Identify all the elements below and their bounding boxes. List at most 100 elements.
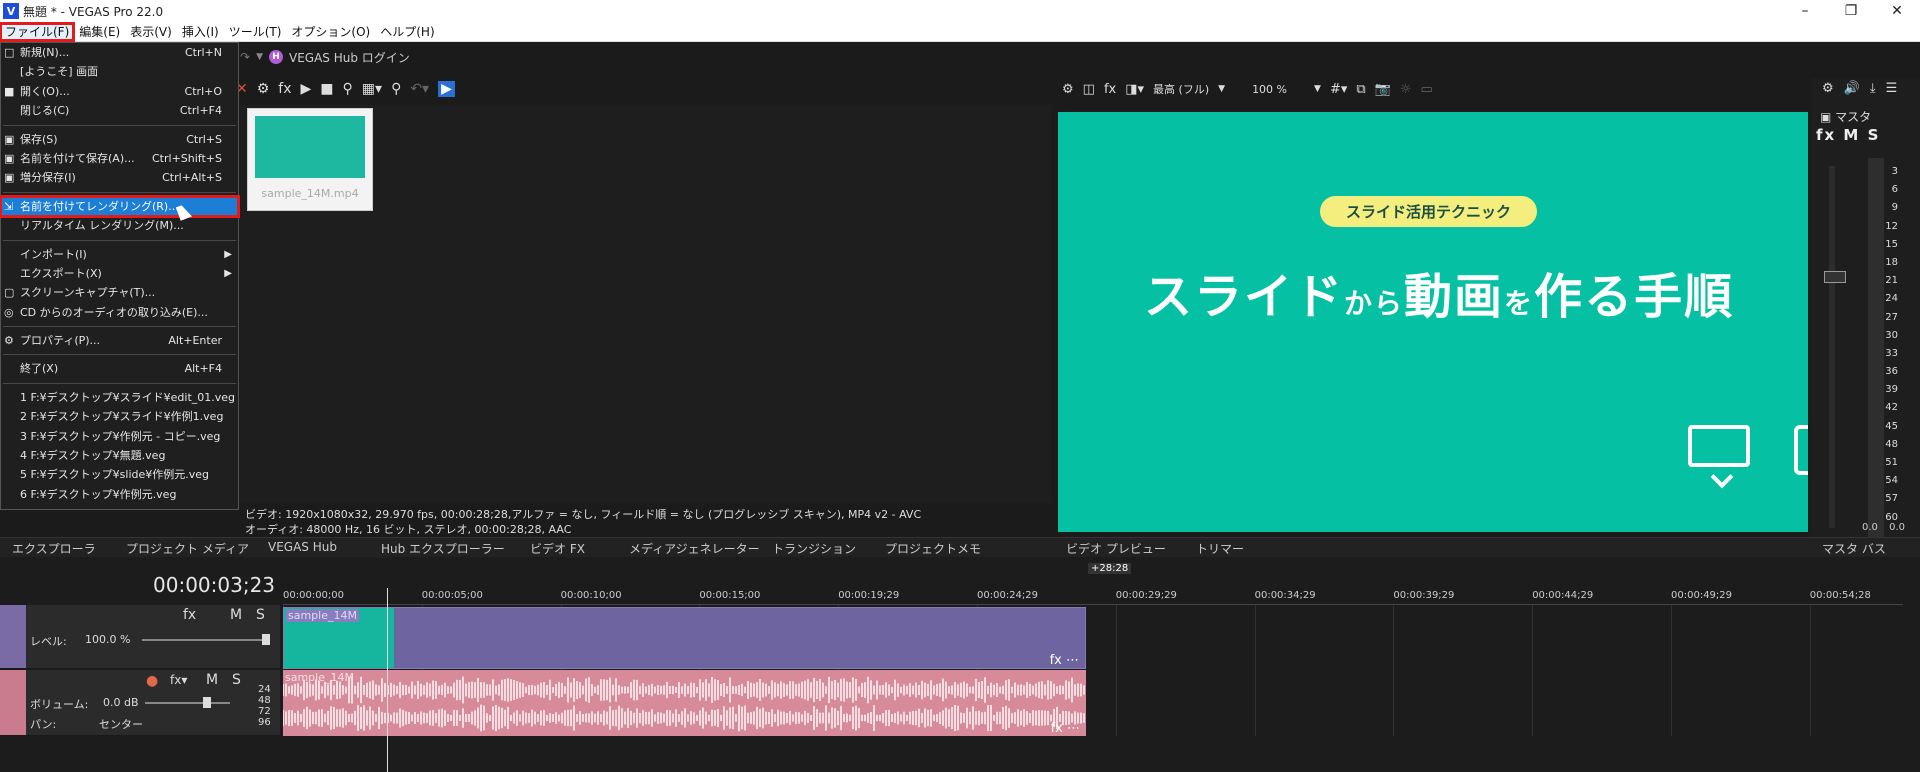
video-track-header[interactable]: fx M S レベル: 100.0 % [0, 605, 280, 669]
auto-preview-icon[interactable]: ▶ [438, 81, 455, 97]
mixer-icon[interactable]: ☰ [1886, 81, 1898, 96]
file-menu-item[interactable]: 2 F:¥デスクトップ¥スライド¥作例1.veg [1, 407, 238, 426]
media-fx-icon[interactable]: fx [278, 81, 291, 97]
tab-project-media[interactable]: プロジェクト メディア [126, 540, 249, 557]
hub-login-link[interactable]: VEGAS Hub ログイン [289, 49, 410, 66]
file-menu-item[interactable]: リアルタイム レンダリング(M)... [1, 216, 238, 235]
tab-video-preview[interactable]: ビデオ プレビュー [1066, 540, 1166, 557]
mute-button[interactable]: M [206, 672, 218, 688]
tab-vegas-hub[interactable]: VEGAS Hub [268, 540, 337, 554]
tab-master-bus[interactable]: マスタ バス [1822, 540, 1886, 557]
file-menu-item[interactable]: ▣ 名前を付けて保存(A)... Ctrl+Shift+S [1, 149, 238, 168]
meter-scale-label: 42 [1885, 402, 1898, 414]
audio-clip[interactable]: sample_14M fx ⋯ [283, 670, 1086, 736]
menu-edit[interactable]: 編集(E) [74, 23, 125, 41]
playhead-cursor[interactable] [387, 588, 388, 772]
file-menu-item[interactable]: ◎ CD からのオーディオの取り込み(E)... [1, 303, 238, 322]
play-icon[interactable]: ▶ [301, 81, 312, 97]
dropdown-icon[interactable]: ▼ [256, 52, 263, 62]
grid-icon[interactable]: #▾ [1330, 82, 1347, 97]
level-slider-knob[interactable] [262, 634, 270, 645]
redo-icon[interactable]: ↷ [240, 50, 250, 64]
solo-button[interactable]: S [232, 672, 241, 688]
file-menu-item[interactable]: 3 F:¥デスクトップ¥作例元 - コピー.veg [1, 427, 238, 446]
menu-insert[interactable]: 挿入(I) [177, 23, 224, 41]
search-icon[interactable]: ⚲ [391, 81, 401, 97]
stop-icon[interactable]: ■ [320, 81, 333, 97]
audio-fx-icon[interactable]: fx▾ [170, 673, 187, 687]
preview-fx-icon[interactable]: fx [1104, 82, 1116, 97]
tab-trimmer[interactable]: トリマー [1196, 540, 1244, 557]
file-menu-item[interactable]: 終了(X) Alt+F4 [1, 359, 238, 378]
menu-item-label: 終了(X) [20, 362, 59, 376]
clip-fx-icon[interactable]: fx ⋯ [1051, 721, 1080, 736]
split-screen-icon[interactable]: ◨▾ [1125, 82, 1144, 97]
video-clip[interactable]: sample_14M fx ⋯ [283, 607, 1086, 669]
close-icon[interactable]: ✕ [1874, 0, 1920, 22]
tab-hub-explorer[interactable]: Hub エクスプローラー [381, 540, 505, 557]
tag-icon[interactable]: ⚲ [343, 81, 353, 97]
tab-video-fx[interactable]: ビデオ FX [530, 540, 585, 557]
file-menu-item[interactable]: ⚙ プロパティ(P)... Alt+Enter [1, 331, 238, 350]
menu-file[interactable]: ファイル(F) [0, 21, 76, 42]
time-ruler[interactable]: 00:00:00;00 00:00:05;00 00:00:10;00 00:00:1… [283, 587, 1903, 605]
track-fx-icon[interactable]: fx [183, 607, 196, 623]
file-menu-item[interactable]: ▣ 増分保存(I) Ctrl+Alt+S [1, 168, 238, 187]
menu-item-shortcut: Ctrl+S [186, 132, 222, 146]
restore-icon[interactable]: ❐ [1828, 0, 1874, 22]
file-menu-item[interactable]: 6 F:¥デスクトップ¥作例元.veg [1, 485, 238, 504]
overlay-off-icon[interactable]: ▭ [1421, 82, 1433, 97]
undo-icon[interactable]: ↶▾ [410, 81, 429, 97]
menu-item-label: スクリーンキャプチャ(T)... [20, 286, 156, 300]
mute-button[interactable]: M [230, 607, 242, 623]
copy-snapshot-icon[interactable]: ⧉ [1356, 82, 1365, 97]
ruler-tick-label: 00:00:05;00 [421, 590, 483, 601]
volume-slider[interactable] [145, 702, 230, 704]
file-menu-item[interactable]: エクスポート(X) ▶ [1, 264, 238, 283]
solo-button[interactable]: S [256, 607, 265, 623]
file-menu-item[interactable]: 5 F:¥デスクトップ¥slide¥作例元.veg [1, 465, 238, 484]
preview-zoom-select[interactable]: 100 % [1252, 83, 1287, 96]
record-icon[interactable]: ● [146, 673, 158, 689]
tab-explorer[interactable]: エクスプローラ [12, 540, 96, 557]
tab-transitions[interactable]: トランジション [772, 540, 856, 557]
level-slider[interactable] [142, 639, 267, 641]
file-menu-item[interactable]: ■ 開く(O)... Ctrl+O [1, 82, 238, 101]
tab-project-notes[interactable]: プロジェクトメモ [885, 540, 981, 557]
menu-options[interactable]: オプション(O) [286, 23, 375, 41]
file-menu-item[interactable]: [ようこそ] 画面 [1, 62, 238, 81]
clip-fx-icon[interactable]: fx ⋯ [1050, 653, 1079, 668]
media-thumbnail[interactable]: sample_14M.mp4 [247, 108, 373, 211]
save-snapshot-icon[interactable]: 📷 [1375, 82, 1391, 97]
file-menu-item[interactable]: ▢ スクリーンキャプチャ(T)... [1, 283, 238, 302]
master-fader-knob[interactable] [1824, 271, 1846, 283]
menu-tools[interactable]: ツール(T) [224, 23, 287, 41]
settings-gear-icon[interactable]: ⚙ [257, 81, 270, 97]
master-fader-track[interactable] [1829, 166, 1835, 528]
preview-settings-icon[interactable]: ⚙ [1062, 82, 1074, 97]
file-menu-item[interactable]: 1 F:¥デスクトップ¥スライド¥edit_01.veg [1, 388, 238, 407]
dropdown-icon[interactable]: ▼ [1314, 84, 1321, 94]
file-menu-item[interactable]: 閉じる(C) Ctrl+F4 [1, 101, 238, 120]
volume-slider-knob[interactable] [203, 697, 211, 708]
master-fx-controls[interactable]: fx M S [1816, 126, 1880, 144]
file-menu-item[interactable]: インポート(I) ▶ [1, 245, 238, 264]
preview-quality-select[interactable]: 最高 (フル) [1153, 81, 1209, 97]
file-menu-item[interactable]: □ 新規(N)... Ctrl+N [1, 43, 238, 62]
tab-media-generators[interactable]: メディアジェネレーター [629, 540, 760, 557]
speaker-icon[interactable]: 🔊 [1844, 81, 1860, 96]
menu-view[interactable]: 表示(V) [125, 23, 177, 41]
file-menu-item[interactable]: 4 F:¥デスクトップ¥無題.veg [1, 446, 238, 465]
file-menu-item[interactable]: ⇲ 名前を付けてレンダリング(R)... [0, 194, 240, 219]
views-icon[interactable]: ▦▾ [362, 81, 382, 97]
external-monitor-icon[interactable]: ◫ [1083, 82, 1095, 97]
master-settings-icon[interactable]: ⚙ [1822, 81, 1834, 96]
menu-help[interactable]: ヘルプ(H) [375, 23, 439, 41]
mute-icon[interactable]: ⤓ [1870, 81, 1876, 96]
file-menu-item[interactable]: ▣ 保存(S) Ctrl+S [1, 130, 238, 149]
overlay-icon[interactable]: ☼ [1400, 82, 1412, 97]
menu-item-shortcut: Ctrl+F4 [179, 104, 222, 118]
audio-track-header[interactable]: ● fx▾ M S ボリューム: 0.0 dB パン: センター 24 48 72 9… [0, 670, 280, 736]
dropdown-icon[interactable]: ▼ [1218, 84, 1225, 94]
minimize-icon[interactable]: – [1782, 0, 1828, 22]
